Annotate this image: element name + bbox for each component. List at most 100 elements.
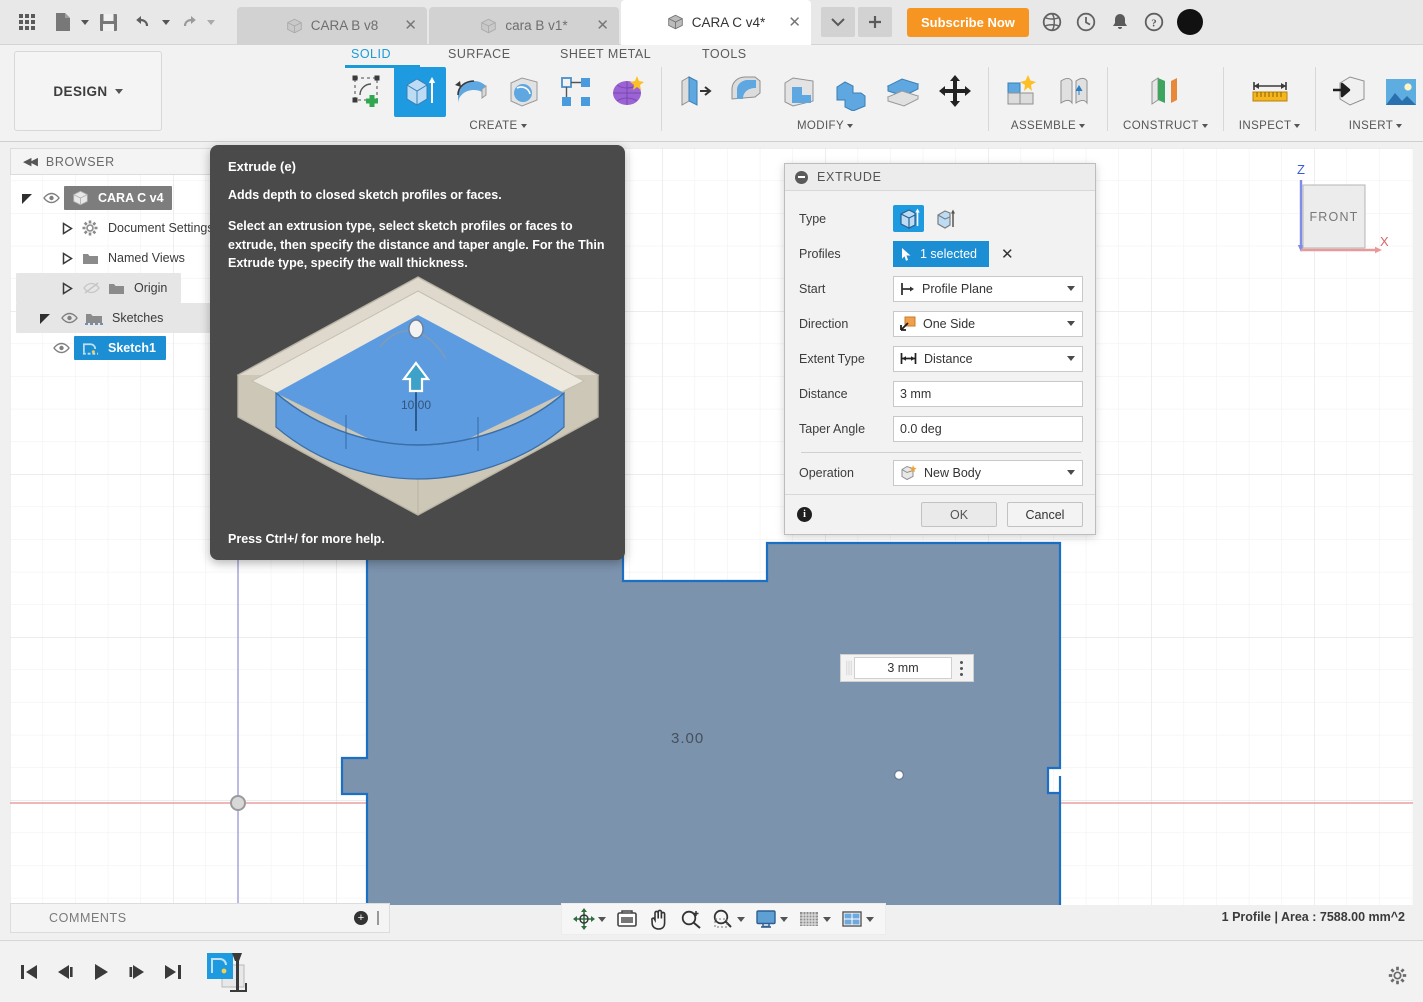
- viewports-icon[interactable]: [838, 907, 877, 931]
- expander-collapsed-icon[interactable]: [56, 251, 78, 265]
- undo-icon[interactable]: [127, 5, 161, 39]
- start-dropdown[interactable]: Profile Plane: [893, 275, 1083, 302]
- display-settings-icon[interactable]: [613, 907, 641, 931]
- sketch-origin-point[interactable]: [230, 795, 246, 811]
- ribbon-group-label-construct[interactable]: CONSTRUCT: [1123, 120, 1208, 132]
- bell-icon[interactable]: [1109, 11, 1131, 33]
- timeline-go-to-end-icon[interactable]: [162, 961, 184, 983]
- timeline-step-back-icon[interactable]: [54, 961, 76, 983]
- new-document-icon[interactable]: [46, 5, 80, 39]
- move-copy-command[interactable]: [929, 67, 981, 117]
- construct-chevron-down-icon[interactable]: [1201, 124, 1208, 128]
- extent-type-chevron-down-icon[interactable]: [1067, 356, 1075, 361]
- save-icon[interactable]: [91, 5, 125, 39]
- redo-icon[interactable]: [172, 5, 206, 39]
- type-solid-extrude-icon[interactable]: [893, 205, 924, 232]
- visibility-eye-off-icon[interactable]: [78, 282, 104, 294]
- ribbon-group-label-create[interactable]: CREATE: [469, 120, 527, 132]
- zoom-icon[interactable]: [677, 907, 705, 931]
- type-thin-extrude-icon[interactable]: [930, 205, 961, 232]
- tab-tools[interactable]: TOOLS: [702, 47, 747, 61]
- orbit-chevron-down-icon[interactable]: [598, 916, 606, 922]
- visibility-eye-icon[interactable]: [38, 192, 64, 204]
- new-component-command[interactable]: [996, 67, 1048, 117]
- ribbon-group-label-modify[interactable]: MODIFY: [797, 120, 854, 132]
- inspect-chevron-down-icon[interactable]: [1294, 124, 1301, 128]
- manipulator-value-field[interactable]: 3 mm: [854, 657, 952, 679]
- tree-item-origin[interactable]: Origin: [16, 273, 181, 303]
- tab-surface[interactable]: SURFACE: [448, 47, 511, 61]
- form-command[interactable]: [602, 67, 654, 117]
- measure-command[interactable]: [1244, 67, 1296, 117]
- sphere-command[interactable]: [498, 67, 550, 117]
- zoom-window-chevron-down-icon[interactable]: [737, 916, 745, 922]
- fillet-command[interactable]: [721, 67, 773, 117]
- timeline-settings-gear-icon[interactable]: [1388, 966, 1407, 990]
- create-sketch-command[interactable]: [342, 67, 394, 117]
- expander-collapsed-icon[interactable]: [56, 221, 78, 235]
- operation-chevron-down-icon[interactable]: [1067, 470, 1075, 475]
- manipulator-options-icon[interactable]: [952, 660, 970, 676]
- tab-sheet-metal[interactable]: SHEET METAL: [560, 47, 651, 61]
- insert-canvas-command[interactable]: [1375, 67, 1423, 117]
- zoom-window-icon[interactable]: [709, 907, 748, 931]
- comments-panel[interactable]: COMMENTS +: [10, 903, 390, 933]
- joint-command[interactable]: [1048, 67, 1100, 117]
- expander-expanded-icon[interactable]: [34, 312, 56, 325]
- direction-dropdown[interactable]: One Side: [893, 310, 1083, 337]
- pattern-command[interactable]: [550, 67, 602, 117]
- document-tab-2-active[interactable]: CARA C v4* ✕: [621, 0, 811, 45]
- subscribe-now-button[interactable]: Subscribe Now: [907, 7, 1029, 37]
- operation-dropdown[interactable]: New Body: [893, 459, 1083, 486]
- offset-face-command[interactable]: [877, 67, 929, 117]
- expander-expanded-icon[interactable]: [16, 192, 38, 205]
- pan-icon[interactable]: [645, 906, 673, 932]
- browser-collapse-icon[interactable]: ◀◀: [23, 155, 38, 168]
- insert-chevron-down-icon[interactable]: [1396, 124, 1403, 128]
- revolve-command[interactable]: [446, 67, 498, 117]
- ribbon-group-label-insert[interactable]: INSERT: [1349, 120, 1403, 132]
- display-mode-icon[interactable]: [752, 907, 791, 931]
- document-tab-0[interactable]: CARA B v8 ✕: [237, 6, 427, 45]
- document-tab-1[interactable]: cara B v1* ✕: [429, 6, 619, 45]
- extrude-dialog-header[interactable]: EXTRUDE: [785, 164, 1095, 191]
- create-chevron-down-icon[interactable]: [520, 124, 527, 128]
- assemble-chevron-down-icon[interactable]: [1079, 124, 1086, 128]
- expander-collapsed-icon[interactable]: [56, 281, 78, 295]
- grid-snap-icon[interactable]: [795, 907, 834, 931]
- press-pull-command[interactable]: [669, 67, 721, 117]
- document-tab-close-icon[interactable]: ✕: [788, 15, 801, 30]
- timeline-step-forward-icon[interactable]: [126, 961, 148, 983]
- viewports-chevron-down-icon[interactable]: [866, 916, 874, 922]
- distance-manipulator-input[interactable]: 3 mm: [840, 654, 974, 682]
- visibility-eye-icon[interactable]: [56, 312, 82, 324]
- add-comment-plus-circle-icon[interactable]: +: [354, 911, 368, 925]
- modify-chevron-down-icon[interactable]: [847, 124, 854, 128]
- help-icon[interactable]: ?: [1143, 11, 1165, 33]
- extrude-command[interactable]: [394, 67, 446, 117]
- workspace-switcher-design[interactable]: DESIGN: [14, 51, 162, 131]
- comments-resize-grip[interactable]: [377, 911, 379, 925]
- distance-input[interactable]: 3 mm: [893, 380, 1083, 407]
- app-grid-icon[interactable]: [10, 5, 44, 39]
- tab-overflow-chevron-down-icon[interactable]: [821, 7, 855, 37]
- undo-chevron-down-icon[interactable]: [162, 19, 170, 25]
- tab-solid[interactable]: SOLID: [351, 47, 391, 61]
- timeline-go-to-beginning-icon[interactable]: [18, 961, 40, 983]
- cancel-button[interactable]: Cancel: [1007, 502, 1083, 527]
- new-document-chevron-down-icon[interactable]: [81, 19, 89, 25]
- grid-snap-chevron-down-icon[interactable]: [823, 916, 831, 922]
- insert-derive-command[interactable]: [1323, 67, 1375, 117]
- ok-button[interactable]: OK: [921, 502, 997, 527]
- manipulator-grip-icon[interactable]: [844, 658, 854, 678]
- taper-angle-input[interactable]: 0.0 deg: [893, 415, 1083, 442]
- collapse-dialog-icon[interactable]: [795, 170, 808, 184]
- orbit-icon[interactable]: [570, 906, 609, 932]
- info-icon[interactable]: i: [797, 507, 812, 522]
- extent-type-dropdown[interactable]: Distance: [893, 345, 1083, 372]
- view-cube[interactable]: Z X FRONT: [1281, 158, 1391, 263]
- offset-plane-command[interactable]: [1139, 67, 1191, 117]
- account-avatar[interactable]: [1176, 9, 1203, 35]
- clear-profiles-close-icon[interactable]: ✕: [1001, 245, 1014, 263]
- direction-chevron-down-icon[interactable]: [1067, 321, 1075, 326]
